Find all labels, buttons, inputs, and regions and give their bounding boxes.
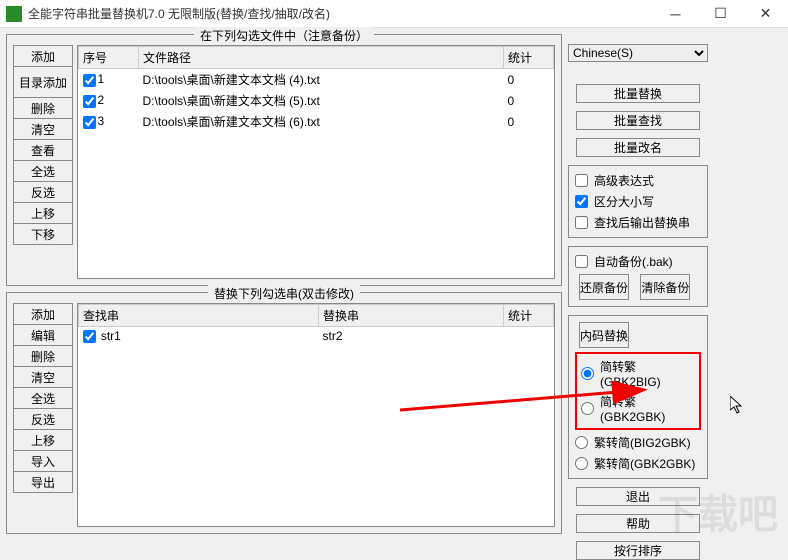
table-row[interactable]: str1str2 [79,327,554,346]
replace-edit-button[interactable]: 编辑 [13,324,73,346]
output-checkbox[interactable] [575,216,588,229]
sort-button[interactable]: 按行排序 [576,541,700,560]
backup-label: 自动备份(.bak) [594,253,673,270]
replace-selectall-button[interactable]: 全选 [13,387,73,409]
files-clear-button[interactable]: 清空 [13,118,73,140]
row-checkbox[interactable] [83,95,96,108]
close-button[interactable]: ✕ [743,0,788,28]
minimize-button[interactable]: ─ [653,0,698,28]
language-select[interactable]: Chinese(S) [568,44,708,62]
titlebar: 全能字符串批量替换机7.0 无限制版(替换/查找/抽取/改名) ─ ☐ ✕ [0,0,788,28]
backup-checkbox[interactable] [575,255,588,268]
files-view-button[interactable]: 查看 [13,139,73,161]
window-title: 全能字符串批量替换机7.0 无限制版(替换/查找/抽取/改名) [28,5,653,22]
enc-radio-1[interactable] [581,367,594,380]
files-delete-button[interactable]: 删除 [13,97,73,119]
row-checkbox[interactable] [83,116,96,129]
table-row[interactable]: 1D:\tools\桌面\新建文本文档 (4).txt0 [79,69,554,91]
app-icon [6,6,22,22]
right-column: Chinese(S) 批量替换 批量查找 批量改名 高级表达式 区分大小写 查找… [568,34,708,542]
maximize-button[interactable]: ☐ [698,0,743,28]
files-selectall-button[interactable]: 全选 [13,160,73,182]
col-seq[interactable]: 序号 [79,47,139,69]
encode-replace-button[interactable]: 内码替换 [579,322,629,348]
files-panel: 在下列勾选文件中（注意备份） 添加 目录添加 删除 清空 查看 全选 反选 上移… [6,34,562,286]
files-moveup-button[interactable]: 上移 [13,202,73,224]
files-panel-title: 在下列勾选文件中（注意备份） [194,27,374,44]
enc-label-4: 繁转简(GBK2GBK) [594,455,695,472]
replace-import-button[interactable]: 导入 [13,450,73,472]
highlight-box: 简转繁(GBK2BIG) 简转繁(GBK2GBK) [575,352,701,430]
table-row[interactable]: 2D:\tools\桌面\新建文本文档 (5).txt0 [79,90,554,111]
replace-panel-title: 替换下列勾选串(双击修改) [208,285,360,302]
clear-backup-button[interactable]: 清除备份 [640,274,690,300]
replace-export-button[interactable]: 导出 [13,471,73,493]
col-path[interactable]: 文件路径 [139,47,504,69]
adv-expr-checkbox[interactable] [575,174,588,187]
case-checkbox[interactable] [575,195,588,208]
replace-moveup-button[interactable]: 上移 [13,429,73,451]
replace-clear-button[interactable]: 清空 [13,366,73,388]
row-checkbox[interactable] [83,74,96,87]
exit-button[interactable]: 退出 [576,487,700,506]
files-movedown-button[interactable]: 下移 [13,223,73,245]
enc-radio-2[interactable] [581,402,594,415]
replace-delete-button[interactable]: 删除 [13,345,73,367]
col-count[interactable]: 统计 [504,47,554,69]
help-button[interactable]: 帮助 [576,514,700,533]
files-add-dir-button[interactable]: 目录添加 [13,66,73,98]
files-side-buttons: 添加 目录添加 删除 清空 查看 全选 反选 上移 下移 [13,45,73,279]
options-group: 高级表达式 区分大小写 查找后输出替换串 [568,165,708,238]
batch-find-button[interactable]: 批量查找 [576,111,700,130]
batch-replace-button[interactable]: 批量替换 [576,84,700,103]
replace-panel: 替换下列勾选串(双击修改) 添加 编辑 删除 清空 全选 反选 上移 导入 导出 [6,292,562,534]
restore-button[interactable]: 还原备份 [579,274,629,300]
files-add-button[interactable]: 添加 [13,45,73,67]
output-label: 查找后输出替换串 [594,214,690,231]
replace-table[interactable]: 查找串 替换串 统计 str1str2 [77,303,555,527]
encoding-group: 内码替换 简转繁(GBK2BIG) 简转繁(GBK2GBK) 繁转简(BIG2G… [568,315,708,479]
row-checkbox[interactable] [83,330,96,343]
enc-label-1: 简转繁(GBK2BIG) [600,358,695,389]
enc-radio-3[interactable] [575,436,588,449]
enc-radio-4[interactable] [575,457,588,470]
replace-side-buttons: 添加 编辑 删除 清空 全选 反选 上移 导入 导出 [13,303,73,527]
files-invert-button[interactable]: 反选 [13,181,73,203]
adv-expr-label: 高级表达式 [594,172,654,189]
case-label: 区分大小写 [594,193,654,210]
enc-label-3: 繁转简(BIG2GBK) [594,434,691,451]
replace-invert-button[interactable]: 反选 [13,408,73,430]
col-rcount[interactable]: 统计 [504,305,554,327]
files-table[interactable]: 序号 文件路径 统计 1D:\tools\桌面\新建文本文档 (4).txt02… [77,45,555,279]
batch-rename-button[interactable]: 批量改名 [576,138,700,157]
col-rep[interactable]: 替换串 [319,305,504,327]
backup-group: 自动备份(.bak) 还原备份 清除备份 [568,246,708,307]
table-row[interactable]: 3D:\tools\桌面\新建文本文档 (6).txt0 [79,111,554,132]
replace-add-button[interactable]: 添加 [13,303,73,325]
enc-label-2: 简转繁(GBK2GBK) [600,393,695,424]
col-find[interactable]: 查找串 [79,305,319,327]
